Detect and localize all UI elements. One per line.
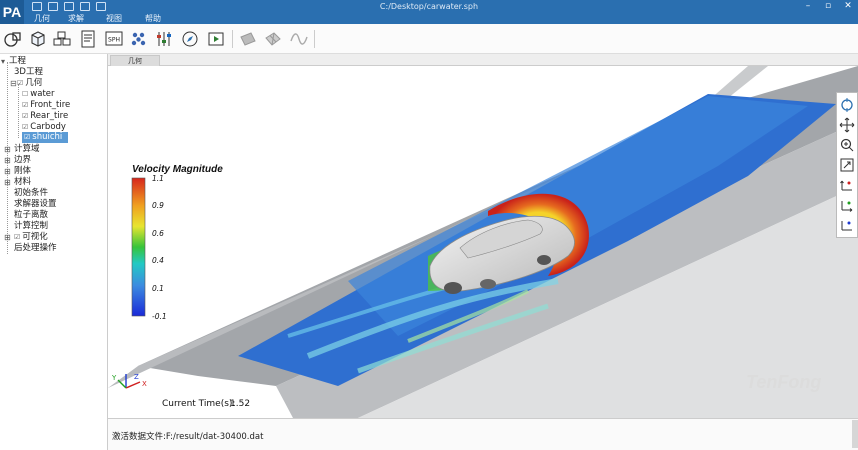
particles-icon[interactable]: [129, 29, 149, 49]
svg-text:SPH: SPH: [108, 37, 120, 44]
play-icon[interactable]: [206, 29, 226, 49]
legend-tick: 0.4: [152, 256, 164, 265]
checkbox-icon[interactable]: ☑: [14, 232, 20, 243]
legend-tick: -0.1: [152, 312, 167, 321]
wave-icon[interactable]: [289, 29, 309, 49]
legend-tick: 0.6: [152, 229, 164, 238]
tree-item-particle-discretization[interactable]: 粒子离散: [14, 210, 48, 221]
tree-item-water[interactable]: ☐ water: [22, 89, 55, 100]
tree-item-initial-conditions[interactable]: 初始条件: [14, 188, 48, 199]
expand-icon[interactable]: ▾: [1, 56, 5, 67]
tree-item-label: Carbody: [30, 122, 66, 132]
tree-guide: [18, 84, 19, 138]
toolbar-separator: [314, 30, 315, 48]
active-data-file: 激活数据文件:F:/result/dat-30400.dat: [112, 432, 264, 442]
tree-item-label: Rear_tire: [30, 111, 69, 121]
watermark: TenFong: [746, 372, 821, 392]
sph-icon[interactable]: SPH: [104, 29, 124, 49]
tree-geometry[interactable]: ☑ 几何: [17, 78, 42, 89]
view-y-icon[interactable]: [839, 197, 855, 213]
axis-z-label: Z: [134, 373, 139, 381]
tree-item-visualization[interactable]: ☑ 可视化: [14, 232, 48, 243]
tree-item-rear-tire[interactable]: ☑ Rear_tire: [22, 111, 68, 122]
checkbox-icon[interactable]: ☑: [22, 111, 28, 122]
expand-icon[interactable]: ⊞: [4, 144, 11, 155]
tree-item-postprocess[interactable]: 后处理操作: [14, 243, 57, 254]
expand-icon[interactable]: ⊞: [4, 232, 11, 243]
window-title: C:/Desktop/carwater.sph: [379, 2, 479, 11]
checkbox-icon[interactable]: ☑: [22, 100, 28, 111]
checkbox-icon[interactable]: ☑: [17, 78, 23, 89]
box-icon[interactable]: [28, 29, 48, 49]
menu-geometry[interactable]: 几何: [34, 13, 50, 24]
tree-item-material[interactable]: 材料: [14, 177, 31, 188]
title-bar: PA C:/Desktop/carwater.sph 几何 求解 视图 帮助 –…: [0, 0, 858, 24]
legend-colorbar: [131, 177, 146, 317]
fit-icon[interactable]: [839, 157, 855, 173]
tree-item-calc-control[interactable]: 计算控制: [14, 221, 48, 232]
scene-canvas: Velocity Magnitude 1.1 0.9 0.6 0.4 0.1 -…: [108, 66, 858, 418]
expand-icon[interactable]: ⊟: [10, 78, 17, 89]
checkbox-icon[interactable]: ☐: [22, 89, 28, 100]
geometry-icon[interactable]: [3, 29, 23, 49]
view-z-icon[interactable]: [839, 217, 855, 233]
current-time-label: Current Time(s):: [162, 399, 235, 409]
tree-item-label: Front_tire: [30, 100, 71, 110]
document-tab-bar: 几何: [108, 54, 858, 66]
plane-icon[interactable]: [238, 29, 258, 49]
legend-tick: 0.1: [152, 284, 164, 293]
expand-icon[interactable]: ⊞: [4, 166, 11, 177]
checkbox-icon[interactable]: ☑: [24, 132, 30, 143]
expand-icon[interactable]: ⊞: [4, 155, 11, 166]
output-panel: 激活数据文件:F:/result/dat-30400.dat: [108, 418, 858, 450]
document-icon[interactable]: [78, 29, 98, 49]
toolbar-separator: [232, 30, 233, 48]
output-scrollbar[interactable]: [852, 420, 858, 448]
compass-icon[interactable]: [180, 29, 200, 49]
menu-solve[interactable]: 求解: [68, 13, 84, 24]
tree-item-domain[interactable]: 计算域: [14, 144, 40, 155]
rotate-icon[interactable]: [839, 97, 855, 113]
tree-item-rigid-body[interactable]: 刚体: [14, 166, 31, 177]
zoom-icon[interactable]: [839, 137, 855, 153]
tree-item-front-tire[interactable]: ☑ Front_tire: [22, 100, 70, 111]
tree-project[interactable]: 3D工程: [14, 67, 43, 78]
pan-icon[interactable]: [839, 117, 855, 133]
legend-tick: 1.1: [152, 174, 164, 183]
axis-y-label: Y: [111, 374, 117, 382]
tree-root[interactable]: 工程: [9, 56, 26, 67]
tab-geometry[interactable]: 几何: [110, 55, 160, 66]
tree-item-label: water: [30, 89, 55, 99]
tree-item-label: shuichi: [32, 132, 63, 142]
3d-viewport[interactable]: Velocity Magnitude 1.1 0.9 0.6 0.4 0.1 -…: [108, 66, 858, 418]
menu-view[interactable]: 视图: [106, 13, 122, 24]
current-time-value: 1.52: [230, 399, 250, 409]
view-tools-panel: [836, 92, 858, 238]
tree-item-shuichi[interactable]: ☑ shuichi: [22, 132, 69, 143]
legend-tick: 0.9: [152, 201, 164, 210]
sliders-icon[interactable]: [154, 29, 174, 49]
cubes-icon[interactable]: [52, 29, 72, 49]
axis-x-label: X: [142, 380, 147, 388]
tree-item-label: 可视化: [22, 232, 48, 242]
toolbar: SPH: [0, 24, 858, 54]
restore-icon[interactable]: ▫: [820, 1, 836, 11]
minimize-icon[interactable]: –: [800, 1, 816, 11]
legend-title: Velocity Magnitude: [132, 164, 223, 175]
close-icon[interactable]: ✕: [840, 1, 856, 11]
tree-item-boundary[interactable]: 边界: [14, 155, 31, 166]
expand-icon[interactable]: ⊞: [4, 177, 11, 188]
tree-item-solver-settings[interactable]: 求解器设置: [14, 199, 57, 210]
project-tree: ▾ 工程 3D工程 ⊟ ☑ 几何 ☐ water ☑ Front_tire ☑ Rear…: [0, 54, 108, 450]
view-x-icon[interactable]: [839, 177, 855, 193]
menu-help[interactable]: 帮助: [145, 13, 161, 24]
mesh-icon[interactable]: [263, 29, 283, 49]
tree-geometry-label: 几何: [25, 78, 43, 88]
